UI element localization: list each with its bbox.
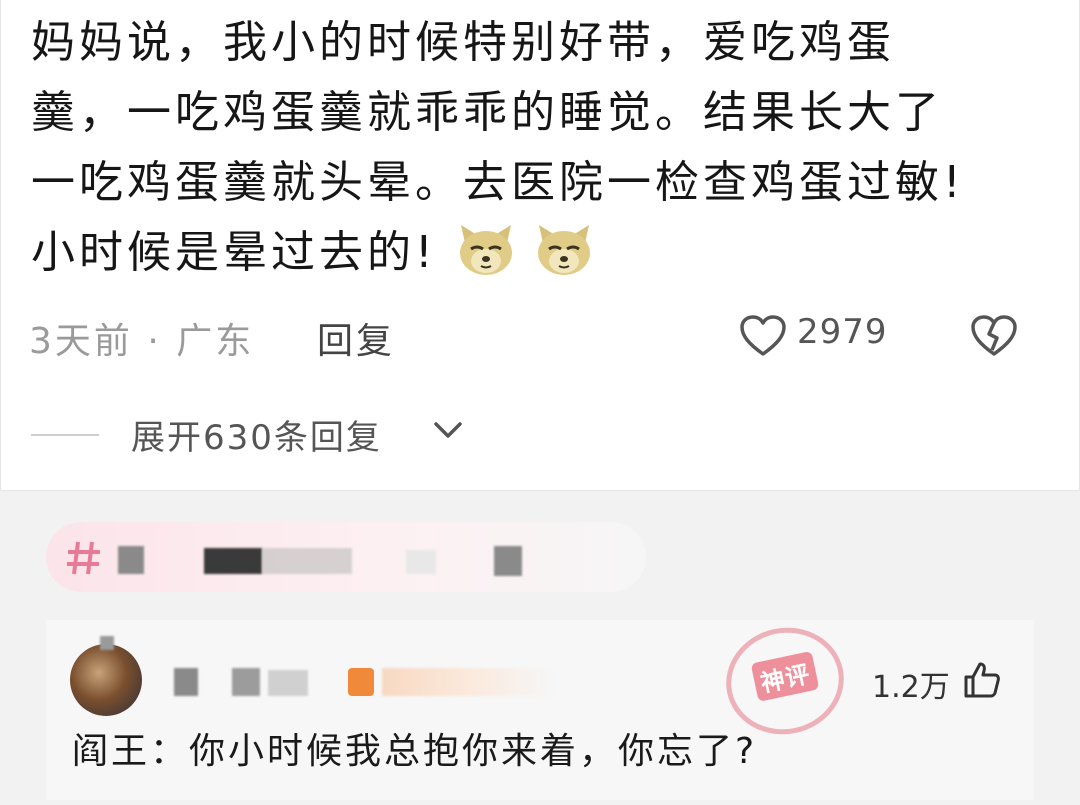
blurred-block — [406, 550, 436, 574]
reply-button[interactable]: 回复 — [317, 312, 395, 364]
comment-line: 一吃鸡蛋羹就头晕。去医院一检查鸡蛋过敏! — [31, 157, 965, 208]
blurred-block — [100, 636, 114, 650]
reply-text: 阎王：你小时候我总抱你来着，你忘了? — [72, 731, 758, 772]
time-location: 3天前 · 广东 — [29, 321, 255, 362]
avatar[interactable] — [70, 644, 142, 716]
comment-line: 小时候是晕过去的! — [31, 218, 1041, 288]
blurred-block — [382, 668, 552, 696]
comment-body: 妈妈说，我小的时候特别好带，爱吃鸡蛋 羹，一吃鸡蛋羹就乖乖的睡觉。结果长大了 一… — [31, 8, 1041, 288]
blurred-block — [204, 548, 262, 574]
cat-face-emoji-icon — [537, 225, 590, 275]
blurred-block — [262, 548, 352, 574]
blurred-block — [494, 546, 522, 576]
blurred-block — [174, 668, 198, 696]
dislike-button[interactable] — [969, 314, 1019, 367]
blurred-tag-banner — [46, 522, 646, 592]
blurred-block — [268, 670, 308, 696]
thumbs-up-icon[interactable] — [962, 660, 1002, 700]
blurred-block — [232, 668, 260, 696]
reply-like-count: 1.2万 — [872, 670, 950, 705]
chevron-down-icon — [434, 422, 462, 438]
heart-icon — [740, 315, 786, 356]
cat-face-emoji-icon — [459, 225, 512, 275]
expand-replies-label: 展开630条回复 — [131, 418, 382, 458]
level-badge — [348, 668, 374, 696]
hashtag-icon — [67, 541, 100, 575]
hot-reply-card: 神评 1.2万 阎王：你小时候我总抱你来着，你忘了? — [46, 616, 1034, 800]
blurred-block — [118, 546, 144, 574]
divider-line — [31, 434, 99, 436]
expand-replies-button[interactable]: 展开630条回复 — [31, 410, 631, 460]
like-count: 2979 — [797, 312, 888, 352]
comment-meta: 3天前 · 广东 回复 2979 — [29, 312, 1049, 362]
comment-card: 妈妈说，我小的时候特别好带，爱吃鸡蛋 羹，一吃鸡蛋羹就乖乖的睡觉。结果长大了 一… — [0, 0, 1080, 491]
broken-heart-icon — [971, 315, 1017, 356]
stamp-label: 神评 — [750, 650, 820, 702]
comment-line: 妈妈说，我小的时候特别好带，爱吃鸡蛋 — [31, 17, 895, 68]
comment-line: 羹，一吃鸡蛋羹就乖乖的睡觉。结果长大了 — [31, 87, 943, 138]
